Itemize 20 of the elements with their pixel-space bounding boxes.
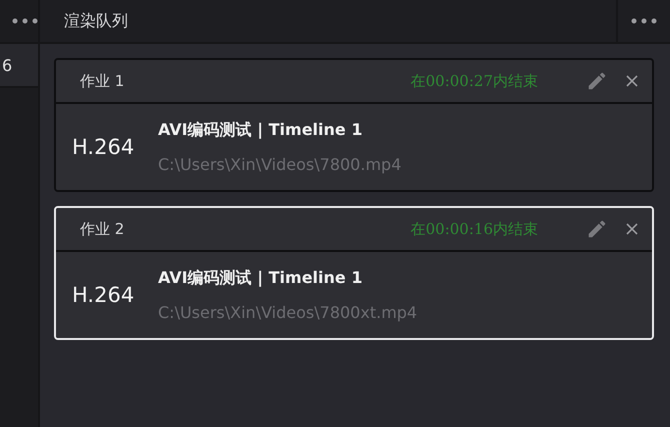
job-title: AVI编码测试 | Timeline 1 bbox=[158, 120, 364, 141]
close-icon[interactable] bbox=[626, 75, 638, 87]
panel-title: 渲染队列 bbox=[63, 10, 128, 32]
edit-icon[interactable] bbox=[586, 218, 608, 240]
cut-text: 6 bbox=[2, 56, 12, 74]
eta-text: 在00:00:27内结束 bbox=[410, 72, 538, 90]
more-icon[interactable] bbox=[631, 18, 657, 24]
close-icon[interactable] bbox=[626, 223, 638, 235]
eta-text: 在00:00:16内结束 bbox=[410, 220, 538, 238]
more-icon[interactable] bbox=[12, 18, 38, 24]
edit-icon[interactable] bbox=[586, 70, 608, 92]
codec-label: H.264 bbox=[72, 283, 136, 307]
job-card[interactable]: 作业 1 在00:00:27内结束 H.264 AVI编码测试 | Timeline 1 C:\Users\Xin\Videos\7800.mp4 bbox=[54, 58, 654, 192]
output-path: C:\Users\Xin\Videos\7800xt.mp4 bbox=[158, 303, 418, 322]
job-title: AVI编码测试 | Timeline 1 bbox=[158, 268, 364, 289]
codec-label: H.264 bbox=[72, 135, 136, 159]
output-path: C:\Users\Xin\Videos\7800.mp4 bbox=[158, 155, 402, 174]
job-name: 作业 1 bbox=[80, 72, 124, 90]
job-card[interactable]: 作业 2 在00:00:16内结束 H.264 AVI编码测试 | Timeline 1 C:\Users\Xin\Videos\7800xt.mp4 bbox=[54, 206, 654, 340]
job-name: 作业 2 bbox=[80, 220, 124, 238]
